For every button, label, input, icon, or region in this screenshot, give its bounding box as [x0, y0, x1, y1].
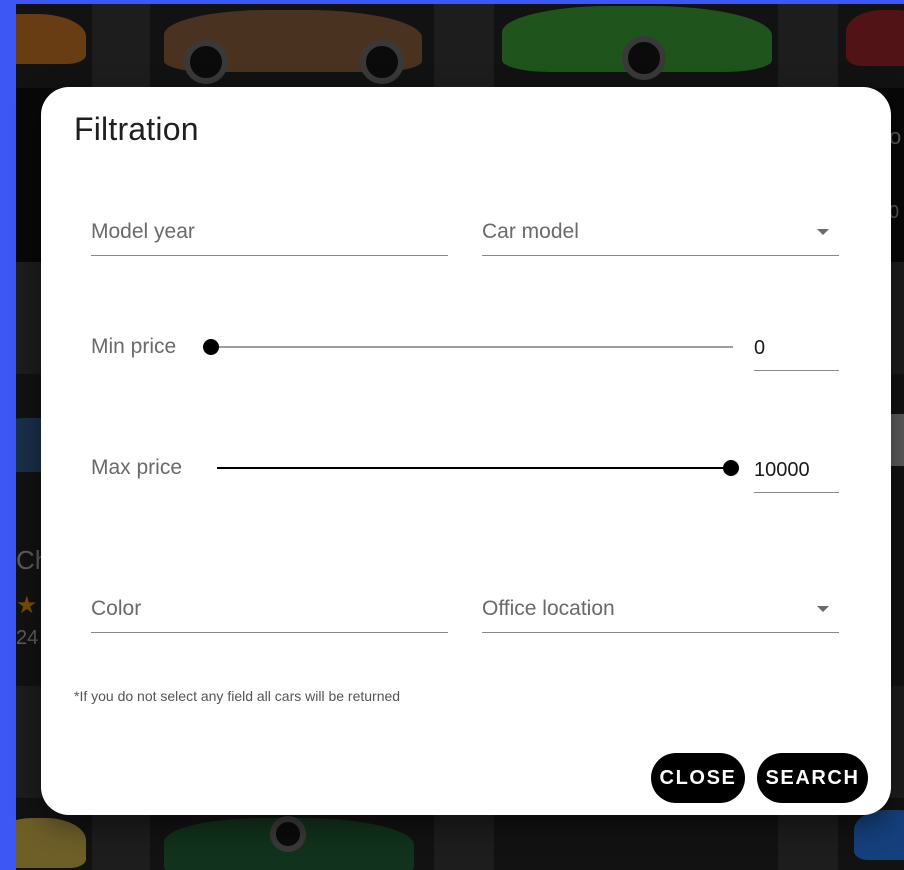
- filtration-dialog: Filtration Model year Car model Min pric…: [41, 87, 891, 815]
- office-location-label: Office location: [482, 597, 615, 620]
- filter-hint-note: *If you do not select any field all cars…: [74, 688, 401, 704]
- search-button[interactable]: SEARCH: [757, 753, 868, 803]
- max-price-input[interactable]: 10000: [754, 446, 839, 493]
- max-price-value: 10000: [754, 459, 810, 481]
- max-price-label: Max price: [91, 456, 183, 479]
- dropdown-caret-icon: [817, 606, 829, 612]
- slider-track: [211, 346, 733, 348]
- min-price-label: Min price: [91, 335, 177, 358]
- color-label: Color: [91, 597, 142, 620]
- model-year-label: Model year: [91, 220, 195, 243]
- slider-thumb[interactable]: [203, 339, 219, 355]
- slider-track: [217, 467, 731, 469]
- close-button[interactable]: CLOSE: [651, 753, 745, 803]
- color-field[interactable]: Color: [91, 576, 448, 633]
- model-year-field[interactable]: Model year: [91, 199, 448, 256]
- min-price-input[interactable]: 0: [754, 324, 839, 371]
- car-model-label: Car model: [482, 220, 579, 243]
- min-price-slider[interactable]: [203, 335, 733, 359]
- slider-thumb[interactable]: [723, 460, 739, 476]
- office-location-select[interactable]: Office location: [482, 576, 839, 633]
- min-price-value: 0: [754, 337, 766, 359]
- car-model-select[interactable]: Car model: [482, 199, 839, 256]
- dialog-title: Filtration: [74, 111, 199, 147]
- max-price-slider[interactable]: [217, 456, 739, 480]
- dropdown-caret-icon: [817, 229, 829, 235]
